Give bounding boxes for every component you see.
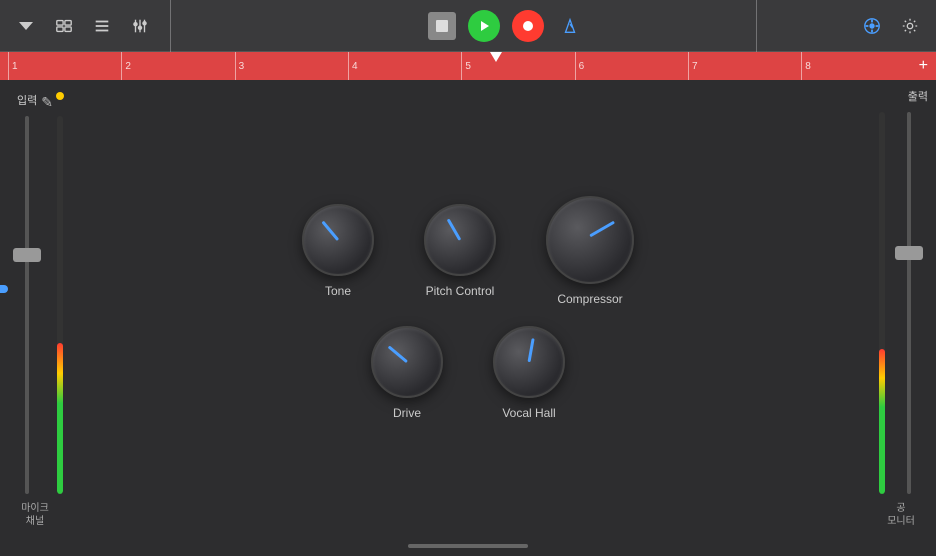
mixer-icon[interactable] <box>126 12 154 40</box>
compressor-knob-container: Compressor <box>546 196 634 306</box>
knobs-row-1: Tone Pitch Control Compressor <box>302 196 634 306</box>
right-vu-meter <box>879 112 885 494</box>
tone-knob[interactable] <box>302 204 374 276</box>
left-fader-track <box>25 116 29 494</box>
list-icon[interactable] <box>88 12 116 40</box>
right-fader[interactable] <box>889 112 929 494</box>
left-channel-strip: 입력 ✎ 마이크 채널 <box>0 80 70 536</box>
left-channel-label-bottom: 마이크 채널 <box>21 502 49 528</box>
ruler-mark-4: 4 <box>348 52 461 80</box>
timeline-ruler[interactable]: 1 2 3 4 5 6 7 8 + <box>0 52 936 80</box>
compressor-knob[interactable] <box>546 196 634 284</box>
knobs-row-2: Drive Vocal Hall <box>371 326 565 420</box>
output-label-row: 출력 <box>866 88 936 108</box>
toolbar <box>0 0 936 52</box>
ruler-marks: 1 2 3 4 5 6 7 8 <box>8 52 915 80</box>
stop-button[interactable] <box>428 12 456 40</box>
tone-label: Tone <box>325 284 351 298</box>
left-vu-fill <box>57 343 63 494</box>
vocal-hall-label: Vocal Hall <box>502 406 555 420</box>
tone-knob-indicator <box>321 221 339 241</box>
vocal-hall-knob-container: Vocal Hall <box>493 326 565 420</box>
compressor-label: Compressor <box>557 292 622 306</box>
right-channel-strip: 출력 공 모니터 <box>866 80 936 536</box>
phone-frame: 1 2 3 4 5 6 7 8 + 입력 ✎ <box>0 0 936 556</box>
left-vu-meter <box>57 116 63 494</box>
tone-knob-container: Tone <box>302 204 374 298</box>
pitch-knob-indicator <box>447 218 462 240</box>
ruler-mark-2: 2 <box>121 52 234 80</box>
vocal-hall-knob[interactable] <box>493 326 565 398</box>
drive-label: Drive <box>393 406 421 420</box>
ruler-mark-3: 3 <box>235 52 348 80</box>
output-label: 출력 <box>908 88 928 104</box>
input-label: 입력 <box>17 92 37 108</box>
input-active-indicator <box>56 92 64 100</box>
input-icon: ✎ <box>41 94 53 111</box>
right-fader-vu <box>873 108 929 498</box>
ruler-mark-8: 8 <box>801 52 914 80</box>
right-channel-label-bottom: 공 모니터 <box>887 502 915 528</box>
drive-knob-indicator <box>388 345 408 363</box>
right-vu-fill <box>879 349 885 494</box>
add-track-button[interactable]: + <box>919 57 928 75</box>
compressor-knob-indicator <box>589 221 615 238</box>
toolbar-center <box>164 10 848 42</box>
track-view-icon[interactable] <box>50 12 78 40</box>
smart-tempo-icon[interactable] <box>858 12 886 40</box>
ruler-mark-7: 7 <box>688 52 801 80</box>
home-indicator <box>0 536 936 556</box>
playhead[interactable] <box>490 52 502 62</box>
settings-icon[interactable] <box>896 12 924 40</box>
toolbar-right <box>858 12 924 40</box>
dropdown-button[interactable] <box>12 12 40 40</box>
right-fader-track <box>907 112 911 494</box>
main-content: 입력 ✎ 마이크 채널 <box>0 80 936 536</box>
ruler-mark-5: 5 <box>461 52 574 80</box>
vocal-hall-knob-indicator <box>528 338 535 362</box>
play-button[interactable] <box>468 10 500 42</box>
input-label-row: 입력 ✎ <box>17 92 53 112</box>
drive-knob-container: Drive <box>371 326 443 420</box>
ruler-mark-1: 1 <box>8 52 121 80</box>
pitch-control-knob[interactable] <box>424 204 496 276</box>
metronome-icon[interactable] <box>556 12 584 40</box>
left-fader-handle[interactable] <box>13 248 41 262</box>
ruler-mark-6: 6 <box>575 52 688 80</box>
home-bar <box>408 544 528 548</box>
pitch-control-label: Pitch Control <box>426 284 495 298</box>
toolbar-left <box>12 12 154 40</box>
pitch-control-knob-container: Pitch Control <box>424 204 496 298</box>
drive-knob[interactable] <box>371 326 443 398</box>
knobs-area: Tone Pitch Control Compressor <box>70 80 866 536</box>
left-fader-vu <box>7 112 63 498</box>
right-fader-handle[interactable] <box>895 246 923 260</box>
left-fader[interactable] <box>7 116 47 494</box>
record-button[interactable] <box>512 10 544 42</box>
